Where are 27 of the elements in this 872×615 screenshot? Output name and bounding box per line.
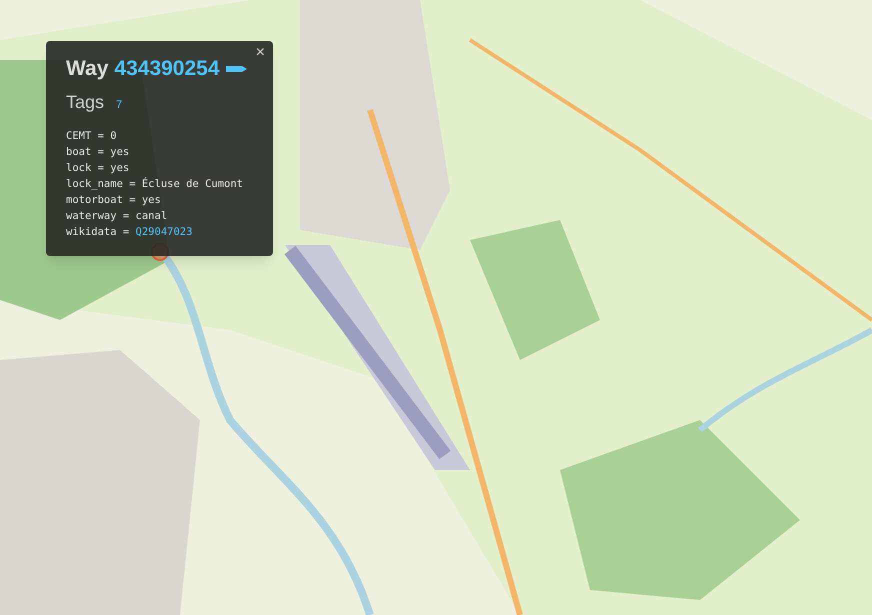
tag-key: lock	[66, 160, 92, 176]
tag-key: wikidata	[66, 224, 117, 240]
equals-sign: =	[96, 128, 105, 144]
tags-heading: Tags	[66, 90, 104, 114]
feature-type: Way	[66, 56, 108, 82]
equals-sign: =	[96, 144, 105, 160]
equals-sign: =	[122, 224, 130, 240]
tag-key: waterway	[66, 208, 117, 224]
tag-value: yes	[110, 144, 130, 160]
tag-key: motorboat	[66, 192, 123, 208]
tag-count: 7	[116, 98, 122, 112]
tag-key: CEMT	[66, 128, 92, 144]
tag-value-link[interactable]: Q29047023	[136, 224, 192, 240]
equals-sign: =	[96, 160, 105, 176]
tag-key: lock_name	[66, 176, 123, 192]
tag-value: canal	[136, 208, 168, 224]
close-button[interactable]: ×	[256, 45, 265, 61]
feature-id-link[interactable]: 434390254	[114, 53, 220, 84]
tag-value: Écluse de Cumont	[142, 176, 244, 192]
equals-sign: =	[128, 176, 137, 192]
tag-key: boat	[66, 144, 92, 160]
map-drawing[interactable]	[0, 0, 872, 615]
tag-value: 0	[110, 128, 117, 144]
tag-value: yes	[142, 192, 161, 208]
tag-value: yes	[110, 160, 130, 176]
equals-sign: =	[122, 208, 130, 224]
equals-sign: =	[128, 192, 137, 208]
